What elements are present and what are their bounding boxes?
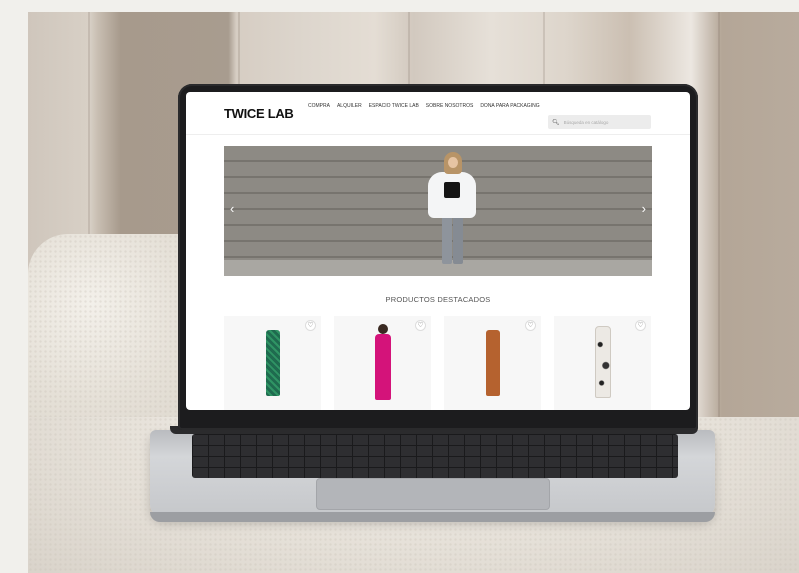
product-card[interactable]: ♡	[444, 316, 541, 410]
product-card[interactable]: ♡	[224, 316, 321, 410]
laptop-screen: TWICE LAB COMPRA ALQUILER ESPACIO TWICE …	[186, 92, 690, 410]
favorite-icon[interactable]: ♡	[525, 320, 536, 331]
favorite-icon[interactable]: ♡	[415, 320, 426, 331]
search-input[interactable]	[563, 119, 644, 125]
laptop-keyboard[interactable]	[192, 434, 678, 478]
favorite-icon[interactable]: ♡	[635, 320, 646, 331]
menu-item-dona[interactable]: DONA PARA PACKAGING	[480, 103, 539, 109]
search-icon: 🔍︎	[552, 119, 560, 126]
favorite-icon[interactable]: ♡	[305, 320, 316, 331]
product-image	[485, 330, 500, 396]
carousel-next-button[interactable]: ›	[642, 202, 646, 215]
featured-products-title: PRODUCTOS DESTACADOS	[385, 295, 491, 304]
scene: TWICE LAB COMPRA ALQUILER ESPACIO TWICE …	[0, 0, 799, 573]
featured-products-list: ♡ ♡ ♡ ♡	[224, 316, 652, 410]
carousel-prev-button[interactable]: ‹	[230, 202, 234, 215]
main-menu: COMPRA ALQUILER ESPACIO TWICE LAB SOBRE …	[308, 103, 540, 109]
product-card[interactable]: ♡	[334, 316, 431, 410]
menu-item-espacio[interactable]: ESPACIO TWICE LAB	[369, 103, 419, 109]
product-image	[594, 326, 611, 398]
laptop-trackpad[interactable]	[316, 478, 550, 510]
search-box[interactable]: 🔍︎	[548, 115, 651, 129]
site-header: TWICE LAB COMPRA ALQUILER ESPACIO TWICE …	[186, 92, 690, 132]
hero-carousel[interactable]: ‹ ›	[224, 146, 652, 276]
menu-item-alquiler[interactable]: ALQUILER	[337, 103, 362, 109]
menu-item-compra[interactable]: COMPRA	[308, 103, 330, 109]
product-image	[265, 330, 280, 396]
laptop-lid: TWICE LAB COMPRA ALQUILER ESPACIO TWICE …	[178, 84, 698, 430]
product-image	[377, 324, 388, 334]
product-card[interactable]: ♡	[554, 316, 651, 410]
menu-item-sobre-nosotros[interactable]: SOBRE NOSOTROS	[426, 103, 474, 109]
header-divider	[186, 134, 690, 135]
site-logo[interactable]: TWICE LAB	[224, 106, 294, 121]
laptop-front-edge	[150, 512, 715, 522]
